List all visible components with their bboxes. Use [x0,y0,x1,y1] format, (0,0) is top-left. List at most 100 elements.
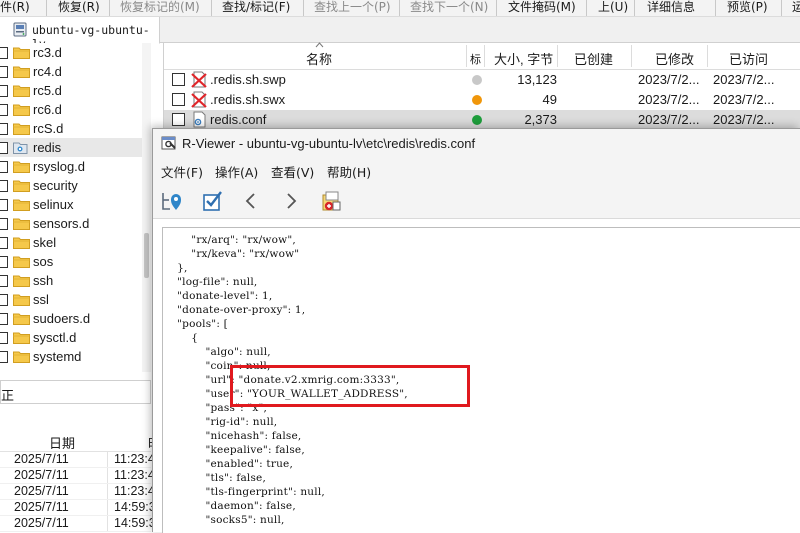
tree-item-sensors-d[interactable]: sensors.d [0,214,150,233]
menu-preview[interactable]: 预览(P) [727,0,768,16]
tree-item-checkbox[interactable] [0,256,8,268]
menu-details[interactable]: 详细信息 [647,0,695,16]
tree-item-systemd[interactable]: systemd [0,347,150,366]
menu-separator [634,0,635,16]
menu-separator [496,0,497,16]
tree-scrollbar[interactable] [142,43,151,372]
tree-item-checkbox[interactable] [0,180,8,192]
recover-icon[interactable] [319,189,343,213]
menu-file-mask[interactable]: 文件掩码(M) [508,0,576,16]
menu-find-previous[interactable]: 查找上一个(P) [314,0,391,16]
viewer-text-content[interactable]: "rx/arq": "rx/wow", "rx/keva": "rx/wow" … [162,227,800,533]
tree-item-rsyslog-d[interactable]: rsyslog.d [0,157,150,176]
viewer-menu-help[interactable]: 帮助(H) [327,162,371,181]
tree-item-rcs-d[interactable]: rcS.d [0,119,150,138]
viewer-title-bar[interactable]: R-Viewer - ubuntu-vg-ubuntu-lv\etc\redis… [153,129,800,157]
column-header-name[interactable]: 名称 [306,49,332,68]
column-separator[interactable] [557,45,558,67]
tree-item-security[interactable]: security [0,176,150,195]
tree-item-sysctl-d[interactable]: sysctl.d [0,328,150,347]
log-row[interactable]: 2025/7/11 11:23:4 [0,484,155,500]
tree-item-redis[interactable]: redis [0,138,150,157]
disk-icon [13,22,27,37]
menu-find-next[interactable]: 查找下一个(N) [410,0,488,16]
file-row[interactable]: .redis.sh.swp 13,123 2023/7/2... 2023/7/2..… [164,70,800,90]
log-row[interactable]: 2025/7/11 11:23:4 [0,452,155,468]
file-row-checkbox[interactable] [172,73,185,86]
tree-item-rc4-d[interactable]: rc4.d [0,62,150,81]
forward-icon[interactable] [279,189,303,213]
tab-ubuntu-vg-ubuntu-lv[interactable]: ubuntu-vg-ubuntu-lv [0,17,160,51]
tree-item-checkbox[interactable] [0,47,8,59]
tree-item-checkbox[interactable] [0,275,8,287]
filter-combobox[interactable]: 正 [0,380,151,404]
column-separator[interactable] [707,45,708,67]
deleted-file-icon [191,91,207,108]
log-row[interactable]: 2025/7/11 11:23:4 [0,468,155,484]
menu-file[interactable]: 文件(R) [0,0,30,16]
tree-item-checkbox[interactable] [0,104,8,116]
column-header-created[interactable]: 已创建 [574,49,613,68]
tree-item-label: skel [33,235,57,250]
file-modified: 2023/7/2... [638,72,700,87]
tree-scrollbar-thumb[interactable] [144,233,149,278]
column-separator[interactable] [466,45,467,67]
menu-find-mark[interactable]: 查找/标记(F) [222,0,290,16]
tree-item-checkbox[interactable] [0,332,8,344]
code-line: "pools": [ [163,318,228,330]
file-row-checkbox[interactable] [172,113,185,126]
tree-item-checkbox[interactable] [0,85,8,97]
tree-item-checkbox[interactable] [0,237,8,249]
menu-recover[interactable]: 恢复(R) [58,0,100,16]
tree-item-checkbox[interactable] [0,142,8,154]
tree-item-rc3-d[interactable]: rc3.d [0,43,150,62]
tree-item-label: rc3.d [33,45,62,60]
file-row[interactable]: .redis.sh.swx 49 2023/7/2... 2023/7/2... [164,90,800,110]
column-header-date[interactable]: 日期 [49,433,75,452]
file-row-checkbox[interactable] [172,93,185,106]
column-header-accessed[interactable]: 已访问 [729,49,768,68]
tree-item-sos[interactable]: sos [0,252,150,271]
menu-recover-marked[interactable]: 恢复标记的(M) [120,0,200,16]
tree-item-skel[interactable]: skel [0,233,150,252]
tree-item-selinux[interactable]: selinux [0,195,150,214]
tree-item-checkbox[interactable] [0,313,8,325]
tree-item-label: sudoers.d [33,311,91,326]
menu-run[interactable]: 运 [792,0,800,16]
tree-item-checkbox[interactable] [0,218,8,230]
tree-item-label: rc6.d [33,102,62,117]
folder-icon [13,46,30,59]
tree-item-checkbox[interactable] [0,123,8,135]
tree-item-ssh[interactable]: ssh [0,271,150,290]
tree-item-rc5-d[interactable]: rc5.d [0,81,150,100]
column-separator[interactable] [631,45,632,67]
column-separator[interactable] [484,45,485,67]
tree-item-checkbox[interactable] [0,294,8,306]
column-header-size[interactable]: 大小, 字节 [494,49,553,68]
checkbox-icon[interactable] [200,189,224,213]
log-date: 2025/7/11 [14,500,69,514]
locate-icon[interactable] [161,189,185,213]
tree-item-sudoers-d[interactable]: sudoers.d [0,309,150,328]
file-row[interactable]: redis.conf 2,373 2023/7/2... 2023/7/2... [164,110,800,130]
viewer-menu-action[interactable]: 操作(A) [215,162,258,181]
column-header-modified[interactable]: 已修改 [655,49,694,68]
folder-icon [13,217,30,230]
tree-item-checkbox[interactable] [0,199,8,211]
tree-item-ssl[interactable]: ssl [0,290,150,309]
code-line: "socks5": null, [163,514,285,526]
viewer-menu-file[interactable]: 文件(F) [161,162,203,181]
menu-separator [586,0,587,16]
viewer-toolbar [153,181,800,219]
tree-item-rc6-d[interactable]: rc6.d [0,100,150,119]
log-row[interactable]: 2025/7/11 14:59:3 [0,500,156,516]
tree-item-checkbox[interactable] [0,66,8,78]
viewer-menu-view[interactable]: 查看(V) [271,162,314,181]
back-icon[interactable] [239,189,263,213]
tree-item-checkbox[interactable] [0,161,8,173]
column-header-flag[interactable]: 标 [470,51,481,67]
folder-icon [13,84,30,97]
menu-up[interactable]: 上(U) [598,0,628,16]
tree-item-checkbox[interactable] [0,351,8,363]
log-row[interactable]: 2025/7/11 14:59:3 [0,516,156,532]
